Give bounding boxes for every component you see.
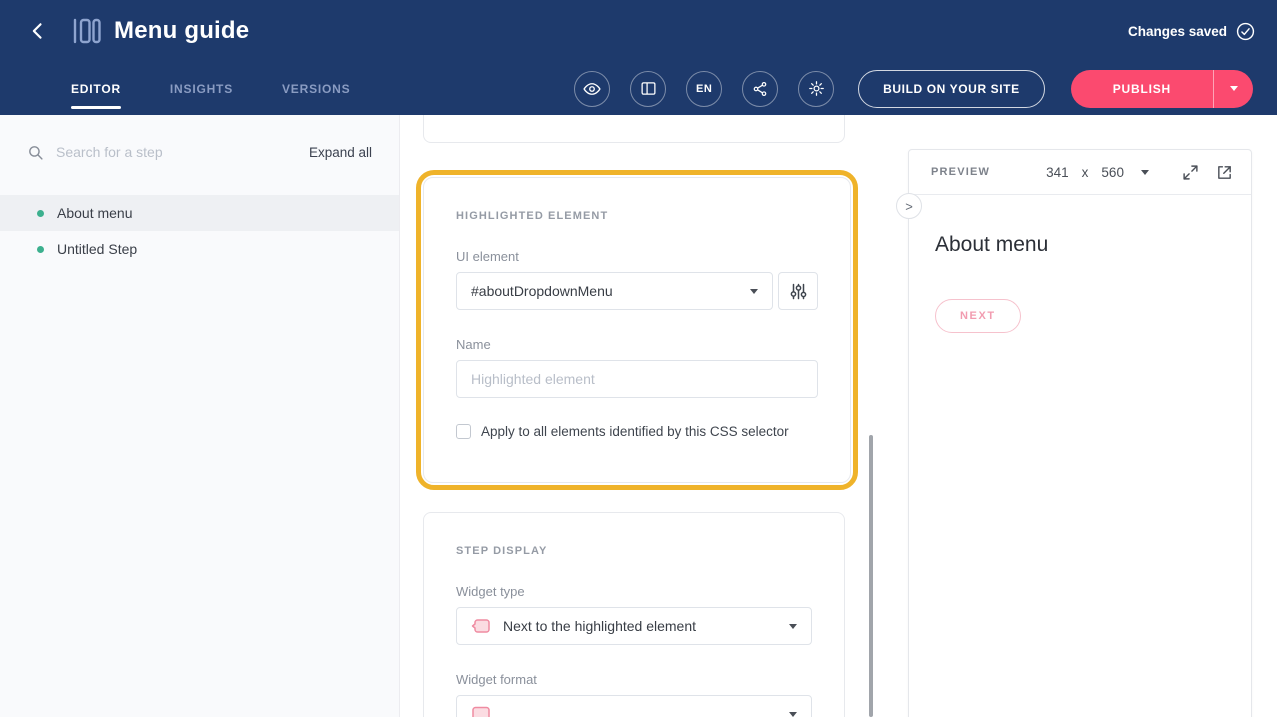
settings-button[interactable] [798,71,834,107]
page-title: Menu guide [114,17,249,45]
chevron-down-icon [750,289,758,294]
collapse-preview-button[interactable]: > [896,193,922,219]
language-button[interactable]: EN [686,71,722,107]
widget-type-select[interactable]: Next to the highlighted element [456,607,812,645]
selector-settings-button[interactable] [778,272,818,310]
publish-button-group: PUBLISH [1071,70,1253,108]
publish-dropdown-button[interactable] [1213,70,1253,108]
expand-all-link[interactable]: Expand all [309,145,372,160]
publish-button[interactable]: PUBLISH [1071,70,1213,108]
highlighted-element-card: HIGHLIGHTED ELEMENT UI element #aboutDro… [423,177,851,483]
share-button[interactable] [742,71,778,107]
step-display-card: STEP DISPLAY Widget type Next to the hig… [423,512,845,717]
widget-format-select[interactable] [456,695,812,717]
build-on-your-site-button[interactable]: BUILD ON YOUR SITE [858,70,1045,108]
search-icon [27,144,44,161]
language-badge: EN [696,83,712,95]
preview-title: PREVIEW [931,166,990,178]
editor-main: HIGHLIGHTED ELEMENT UI element #aboutDro… [400,115,908,717]
chevron-down-icon [789,624,797,629]
sidebar-search-row: Expand all [0,115,399,189]
back-icon[interactable] [26,19,50,43]
step-item-label: Untitled Step [57,241,137,257]
body-row: Expand all About menu Untitled Step HIGH… [0,115,1277,717]
chevron-down-icon [1230,86,1238,91]
layout-button[interactable] [630,71,666,107]
preview-next-button[interactable]: NEXT [935,299,1021,333]
highlighted-element-name-input[interactable] [456,360,818,398]
tooltip-widget-icon [471,617,491,635]
widget-type-value: Next to the highlighted element [503,618,696,634]
widget-format-icon [471,705,491,717]
preview-width-value: 341 [1046,165,1069,180]
ui-element-value: #aboutDropdownMenu [471,283,613,299]
widget-type-label: Widget type [456,584,812,599]
tab-versions[interactable]: VERSIONS [282,82,350,96]
step-item-untitled-step[interactable]: Untitled Step [0,231,399,267]
eye-icon [583,80,601,98]
header-actions: EN BUILD ON YOUR SITE PUBLISH [574,70,1253,108]
changes-saved-status: Changes saved [1128,22,1255,41]
ui-element-select[interactable]: #aboutDropdownMenu [456,272,773,310]
share-icon [752,81,768,97]
ui-element-label: UI element [456,249,818,264]
preview-header-icons [1182,164,1233,181]
preview-header: PREVIEW 341 x 560 [909,150,1251,195]
preview-body: About menu NEXT [909,195,1251,333]
open-external-icon[interactable] [1216,164,1233,181]
step-item-label: About menu [57,205,133,221]
search-step-input[interactable] [56,144,297,160]
tab-insights[interactable]: INSIGHTS [170,82,233,96]
widget-format-label: Widget format [456,672,812,687]
fullscreen-icon[interactable] [1182,164,1199,181]
previous-settings-card [423,115,845,143]
preview-size-select[interactable]: 341 x 560 [1046,165,1149,180]
step-list: About menu Untitled Step [0,195,399,267]
preview-eye-button[interactable] [574,71,610,107]
editor-tabs: EDITOR INSIGHTS VERSIONS [71,82,350,96]
apply-all-row: Apply to all elements identified by this… [456,424,818,439]
app-window: Menu guide Changes saved EDITOR INSIGHTS… [0,0,1277,717]
section-title: STEP DISPLAY [456,545,812,557]
header-top-row: Menu guide Changes saved [0,0,1277,62]
name-label: Name [456,337,818,352]
preview-size-separator: x [1082,165,1089,180]
preview-step-title: About menu [935,233,1225,257]
preview-panel: > PREVIEW 341 x 560 [908,149,1252,717]
header-bottom-row: EDITOR INSIGHTS VERSIONS EN [0,62,1277,115]
gear-icon [808,80,825,97]
chevron-down-icon [789,712,797,717]
scrollbar[interactable] [869,435,873,717]
section-title: HIGHLIGHTED ELEMENT [456,210,818,222]
step-item-about-menu[interactable]: About menu [0,195,399,231]
chevron-down-icon [1141,170,1149,175]
sliders-icon [790,283,807,300]
guide-logo-icon [72,18,102,44]
changes-saved-label: Changes saved [1128,24,1227,39]
layout-icon [640,80,657,97]
steps-sidebar: Expand all About menu Untitled Step [0,115,400,717]
highlighted-card-ring: HIGHLIGHTED ELEMENT UI element #aboutDro… [416,170,858,490]
preview-height-value: 560 [1101,165,1124,180]
step-status-dot [37,210,44,217]
ui-element-row: #aboutDropdownMenu [456,272,818,310]
tab-editor[interactable]: EDITOR [71,82,121,96]
saved-check-icon [1236,22,1255,41]
chevron-right-icon: > [905,199,913,214]
preview-column: > PREVIEW 341 x 560 [908,115,1277,717]
header: Menu guide Changes saved EDITOR INSIGHTS… [0,0,1277,115]
apply-all-checkbox[interactable] [456,424,471,439]
apply-all-label: Apply to all elements identified by this… [481,424,789,439]
step-status-dot [37,246,44,253]
